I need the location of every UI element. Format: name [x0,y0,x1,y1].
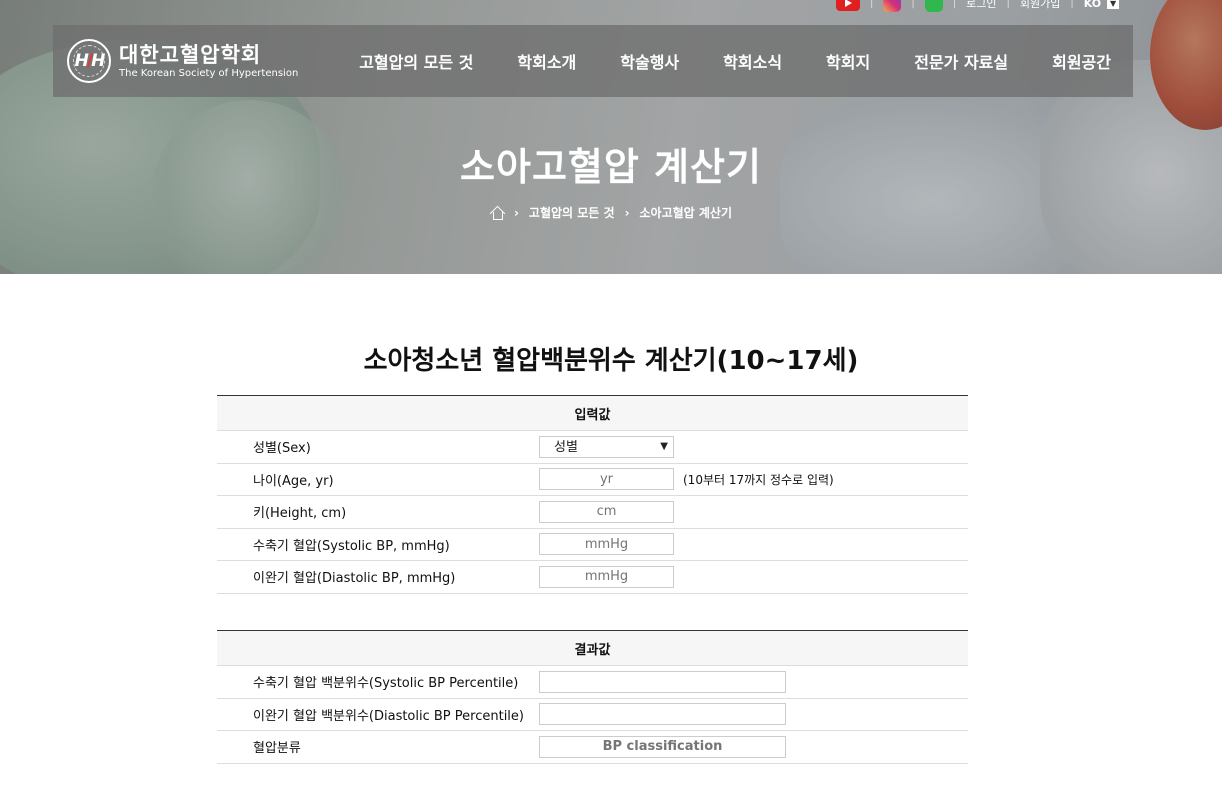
signup-link[interactable]: 회원가입 [1020,0,1060,11]
dbp-input[interactable] [539,565,674,588]
bp-class-row: 혈압분류 [217,731,968,764]
main-navbar: H/H 대한고혈압학회 The Korean Society of Hypert… [53,25,1133,97]
chevron-right-icon: › [513,205,519,220]
sbp-row: 수축기 혈압(Systolic BP, mmHg) [217,529,968,561]
chevron-down-icon: ▼ [1107,0,1120,9]
dbp-percentile-row: 이완기 혈압 백분위수(Diastolic BP Percentile) [217,699,968,731]
breadcrumb-item[interactable]: 고혈압의 모든 것 [529,204,615,221]
age-row: 나이(Age, yr) (10부터 17까지 정수로 입력) [217,464,968,496]
bp-class-output[interactable] [539,735,786,758]
dbp-percentile-label: 이완기 혈압 백분위수(Diastolic BP Percentile) [253,708,524,724]
breadcrumb-item-current[interactable]: 소아고혈압 계산기 [640,204,733,221]
dbp-label: 이완기 혈압(Diastolic BP, mmHg) [253,571,456,587]
age-hint: (10부터 17까지 정수로 입력) [683,472,834,487]
age-label: 나이(Age, yr) [253,473,334,489]
page-title: 소아고혈압 계산기 [460,145,762,189]
separator: | [911,0,915,9]
separator: | [870,0,874,9]
nav-item-members[interactable]: 회원공간 [1030,49,1133,73]
input-section: 입력값 성별(Sex) 성별 ▼ 나이(Age, yr) (10부터 17까지 … [217,395,968,594]
sex-select-wrapper: 성별 ▼ [539,436,674,459]
result-section: 결과값 수축기 혈압 백분위수(Systolic BP Percentile) … [217,630,968,764]
utility-bar: | | | 로그인 | 회원가입 | KO ▼ [836,0,1120,12]
login-link[interactable]: 로그인 [966,0,996,11]
dbp-percentile-output[interactable] [539,703,786,726]
breadcrumb: › 고혈압의 모든 것 › 소아고혈압 계산기 [0,204,1222,221]
sex-select[interactable]: 성별 [539,436,674,459]
input-section-title: 입력값 [217,395,968,431]
nav-item-resources[interactable]: 전문가 자료실 [892,49,1030,73]
sex-label: 성별(Sex) [253,441,311,457]
language-selector[interactable]: KO ▼ [1083,0,1120,10]
nav-item-news[interactable]: 학회소식 [701,49,804,73]
separator: | [1070,0,1074,9]
sbp-percentile-output[interactable] [539,670,786,693]
separator: | [952,0,957,9]
sex-row: 성별(Sex) 성별 ▼ [217,431,968,464]
line-icon[interactable] [924,0,943,12]
sbp-label: 수축기 혈압(Systolic BP, mmHg) [253,538,450,554]
main-menu: 고혈압의 모든 것 학회소개 학술행사 학회소식 학회지 전문가 자료실 회원공… [337,49,1133,73]
language-label: KO [1083,0,1102,10]
sbp-percentile-label: 수축기 혈압 백분위수(Systolic BP Percentile) [253,676,519,692]
nav-item-journal[interactable]: 학회지 [804,49,892,73]
height-row: 키(Height, cm) [217,496,968,529]
dbp-row: 이완기 혈압(Diastolic BP, mmHg) [217,561,968,594]
instagram-icon[interactable] [883,0,902,12]
logo-name-en: The Korean Society of Hypertension [119,67,299,79]
youtube-icon[interactable] [836,0,860,11]
sbp-percentile-row: 수축기 혈압 백분위수(Systolic BP Percentile) [217,666,968,699]
height-input[interactable] [539,500,674,523]
calculator-heading: 소아청소년 혈압백분위수 계산기(10~17세) [363,346,859,376]
age-input[interactable] [539,468,674,491]
sbp-input[interactable] [539,533,674,556]
bp-class-label: 혈압분류 [253,741,301,757]
result-section-title: 결과값 [217,630,968,666]
site-logo[interactable]: H/H 대한고혈압학회 The Korean Society of Hypert… [67,39,319,83]
separator: | [1006,0,1010,9]
nav-item-about[interactable]: 학회소개 [495,49,598,73]
chevron-right-icon: › [624,205,630,220]
nav-item-hypertension[interactable]: 고혈압의 모든 것 [337,49,495,73]
logo-name-ko: 대한고혈압학회 [119,42,262,67]
home-icon[interactable] [490,206,504,220]
nav-item-events[interactable]: 학술행사 [598,49,701,73]
logo-emblem-icon: H/H [67,39,111,83]
hero-banner: | | | 로그인 | 회원가입 | KO ▼ H/H 대한고혈압학회 The … [0,0,1222,274]
height-label: 키(Height, cm) [253,506,347,522]
